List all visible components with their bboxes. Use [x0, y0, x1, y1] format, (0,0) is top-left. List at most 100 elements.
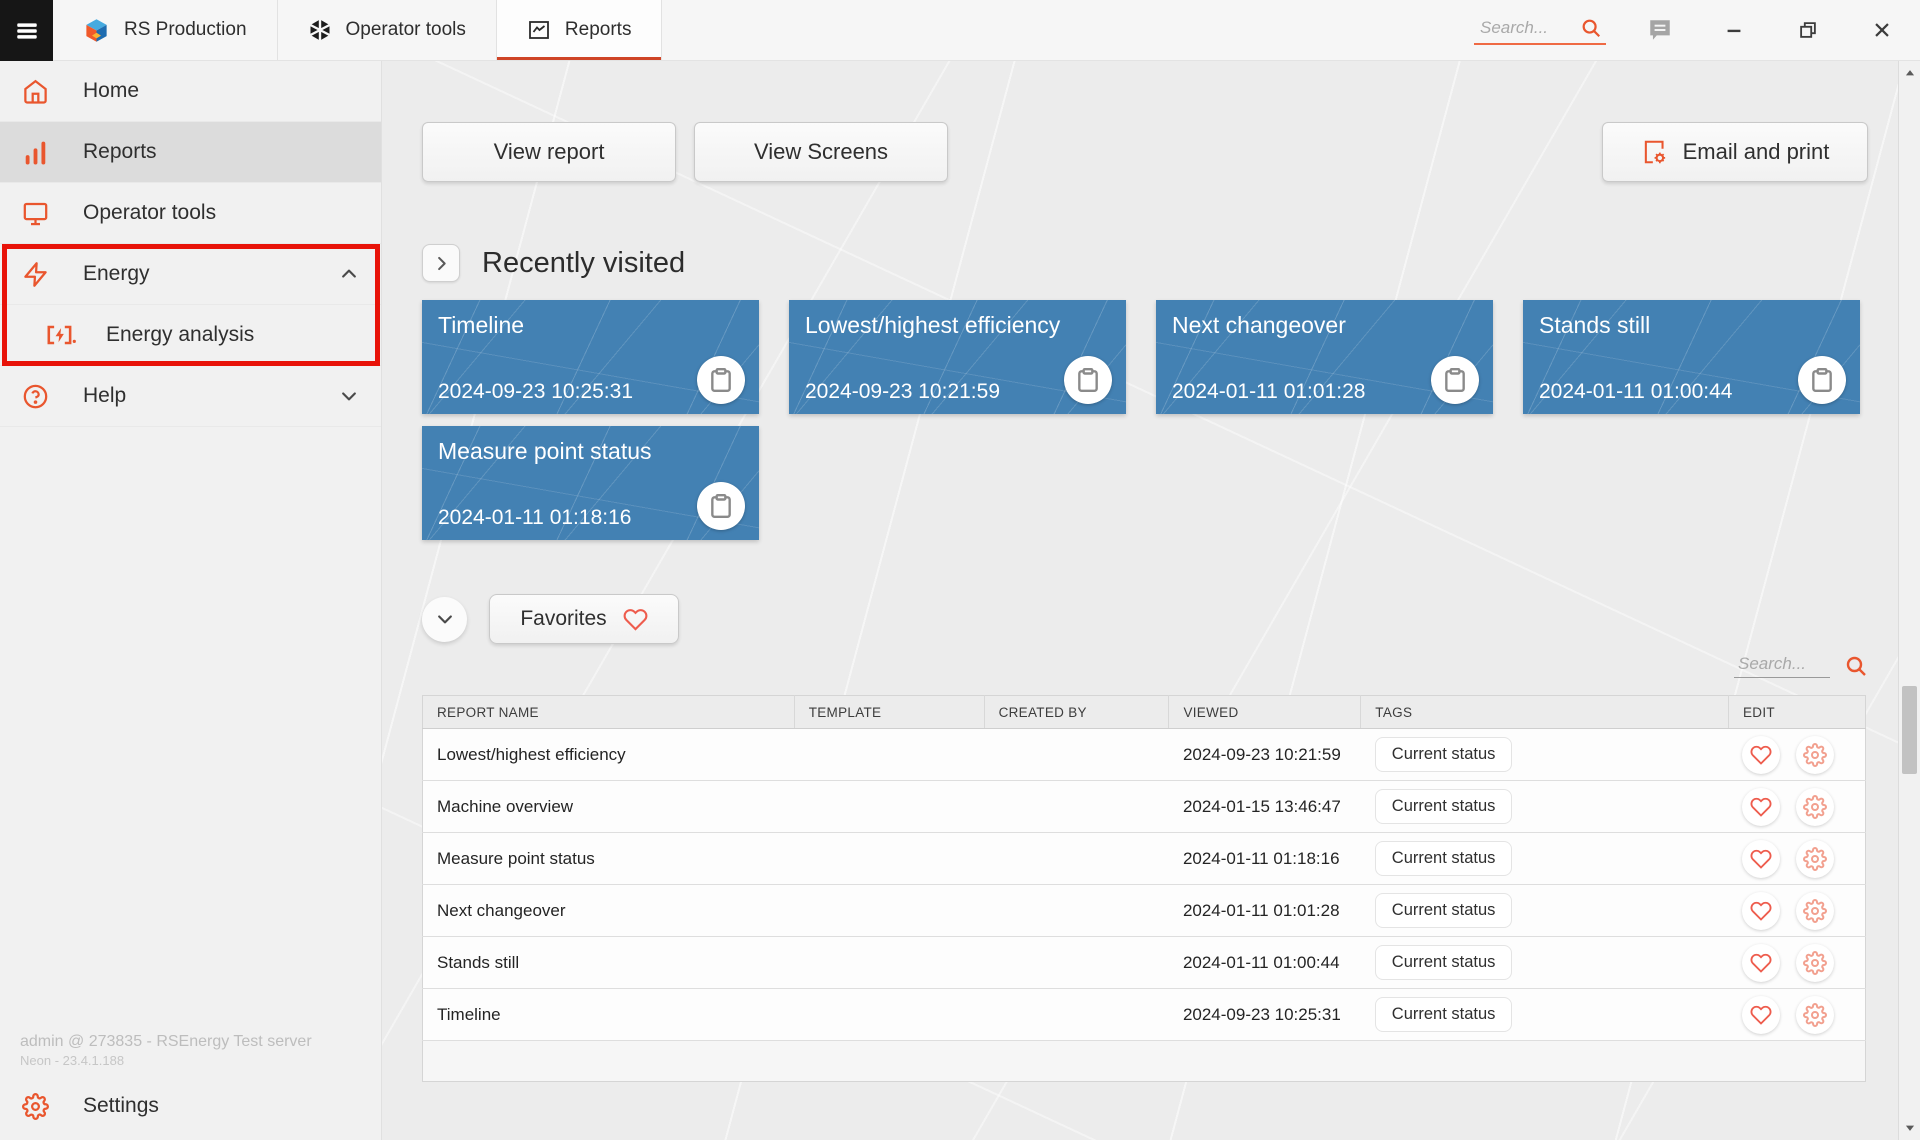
- tag-chip: Current status: [1375, 737, 1513, 772]
- tab-operator-tools[interactable]: Operator tools: [278, 0, 497, 60]
- table-row[interactable]: Machine overview 2024-01-15 13:46:47 Cur…: [423, 781, 1866, 833]
- help-icon: [22, 383, 49, 410]
- chevron-down-icon: [339, 386, 359, 406]
- row-settings-button[interactable]: [1796, 892, 1834, 930]
- sidebar-item-reports[interactable]: Reports: [0, 122, 381, 183]
- row-settings-button[interactable]: [1796, 996, 1834, 1034]
- gear-icon: [1803, 1003, 1827, 1027]
- gear-icon: [1803, 951, 1827, 975]
- favorite-toggle-button[interactable]: [1742, 944, 1780, 982]
- table-search-row: [422, 650, 1868, 682]
- column-header-tags[interactable]: TAGS: [1361, 696, 1729, 729]
- report-card-lowest-highest-efficiency[interactable]: Lowest/highest efficiency 2024-09-23 10:…: [789, 300, 1126, 414]
- operator-box-icon: [308, 18, 332, 42]
- hamburger-icon: [14, 18, 40, 44]
- triangle-up-icon: [1903, 66, 1917, 80]
- row-settings-button[interactable]: [1796, 736, 1834, 774]
- report-card-timeline[interactable]: Timeline 2024-09-23 10:25:31: [422, 300, 759, 414]
- minimize-icon: [1723, 19, 1745, 41]
- table-row[interactable]: Next changeover 2024-01-11 01:01:28 Curr…: [423, 885, 1866, 937]
- table-row[interactable]: Timeline 2024-09-23 10:25:31 Current sta…: [423, 989, 1866, 1041]
- clipboard-badge: [697, 482, 745, 530]
- gear-icon: [1803, 899, 1827, 923]
- cell-created-by: [984, 729, 1169, 781]
- tab-label: Reports: [565, 19, 632, 41]
- table-row[interactable]: Lowest/highest efficiency 2024-09-23 10:…: [423, 729, 1866, 781]
- table-row[interactable]: Stands still 2024-01-11 01:00:44 Current…: [423, 937, 1866, 989]
- favorite-toggle-button[interactable]: [1742, 788, 1780, 826]
- global-search-input[interactable]: [1480, 18, 1572, 38]
- report-card-measure-point-status[interactable]: Measure point status 2024-01-11 01:18:16: [422, 426, 759, 540]
- favorite-toggle-button[interactable]: [1742, 840, 1780, 878]
- card-title: Timeline: [438, 312, 743, 339]
- bar-chart-icon: [22, 139, 49, 166]
- restore-button[interactable]: [1788, 10, 1828, 50]
- feedback-chat-button[interactable]: [1640, 10, 1680, 50]
- sidebar-item-operator-tools[interactable]: Operator tools: [0, 183, 381, 244]
- sidebar-item-home[interactable]: Home: [0, 61, 381, 122]
- tab-label: RS Production: [124, 19, 247, 41]
- card-title: Next changeover: [1172, 312, 1477, 339]
- scroll-down-button[interactable]: [1899, 1118, 1920, 1138]
- column-header-created-by[interactable]: CREATED BY: [984, 696, 1169, 729]
- cell-template: [794, 989, 984, 1041]
- close-icon: [1871, 19, 1893, 41]
- cell-tags: Current status: [1361, 729, 1729, 781]
- tab-rs-production[interactable]: RS Production: [53, 0, 278, 60]
- triangle-down-icon: [1903, 1121, 1917, 1135]
- tag-chip: Current status: [1375, 789, 1513, 824]
- monitor-icon: [22, 200, 49, 227]
- view-screens-button[interactable]: View Screens: [694, 122, 948, 182]
- column-header-edit[interactable]: EDIT: [1728, 696, 1865, 729]
- column-header-report-name[interactable]: REPORT NAME: [423, 696, 795, 729]
- chat-icon: [1647, 17, 1673, 43]
- row-settings-button[interactable]: [1796, 788, 1834, 826]
- global-search: [1474, 15, 1606, 45]
- row-settings-button[interactable]: [1796, 944, 1834, 982]
- sidebar-item-energy[interactable]: Energy: [0, 244, 381, 305]
- sidebar-item-settings[interactable]: Settings: [0, 1080, 381, 1132]
- card-timestamp: 2024-01-11 01:01:28: [1172, 380, 1365, 404]
- scrollbar-thumb[interactable]: [1902, 686, 1917, 774]
- cell-tags: Current status: [1361, 781, 1729, 833]
- cell-created-by: [984, 937, 1169, 989]
- favorite-toggle-button[interactable]: [1742, 736, 1780, 774]
- close-button[interactable]: [1862, 10, 1902, 50]
- cell-report-name: Lowest/highest efficiency: [423, 729, 795, 781]
- column-header-viewed[interactable]: VIEWED: [1169, 696, 1361, 729]
- scroll-up-button[interactable]: [1899, 63, 1920, 83]
- top-bar: RS Production Operator tools Reports: [0, 0, 1920, 61]
- sidebar-item-energy-analysis[interactable]: Energy analysis: [0, 305, 381, 366]
- cell-viewed: 2024-09-23 10:25:31: [1169, 989, 1361, 1041]
- favorites-table: REPORT NAME TEMPLATE CREATED BY VIEWED T…: [422, 695, 1866, 1041]
- hamburger-menu-button[interactable]: [0, 0, 53, 61]
- vertical-scrollbar[interactable]: [1898, 61, 1920, 1140]
- cell-viewed: 2024-01-11 01:18:16: [1169, 833, 1361, 885]
- favorites-collapse-button[interactable]: [422, 597, 467, 642]
- tag-chip: Current status: [1375, 945, 1513, 980]
- cell-report-name: Measure point status: [423, 833, 795, 885]
- view-report-button[interactable]: View report: [422, 122, 676, 182]
- cell-report-name: Timeline: [423, 989, 795, 1041]
- table-row[interactable]: Measure point status 2024-01-11 01:18:16…: [423, 833, 1866, 885]
- restore-icon: [1797, 19, 1819, 41]
- favorites-button[interactable]: Favorites: [489, 594, 679, 644]
- settings-label: Settings: [83, 1094, 159, 1118]
- sidebar-item-help[interactable]: Help: [0, 366, 381, 427]
- search-icon[interactable]: [1844, 654, 1868, 678]
- recently-visited-header: Recently visited: [422, 244, 1868, 282]
- card-timestamp: 2024-01-11 01:00:44: [1539, 380, 1732, 404]
- column-header-template[interactable]: TEMPLATE: [794, 696, 984, 729]
- row-settings-button[interactable]: [1796, 840, 1834, 878]
- table-search-input[interactable]: [1738, 654, 1826, 674]
- search-icon[interactable]: [1580, 17, 1602, 39]
- email-and-print-button[interactable]: Email and print: [1602, 122, 1868, 182]
- favorite-toggle-button[interactable]: [1742, 892, 1780, 930]
- minimize-button[interactable]: [1714, 10, 1754, 50]
- report-card-next-changeover[interactable]: Next changeover 2024-01-11 01:01:28: [1156, 300, 1493, 414]
- sidebar-item-label: Operator tools: [83, 201, 216, 225]
- report-card-stands-still[interactable]: Stands still 2024-01-11 01:00:44: [1523, 300, 1860, 414]
- favorite-toggle-button[interactable]: [1742, 996, 1780, 1034]
- tab-reports[interactable]: Reports: [497, 0, 663, 60]
- recently-visited-collapse-button[interactable]: [422, 244, 460, 282]
